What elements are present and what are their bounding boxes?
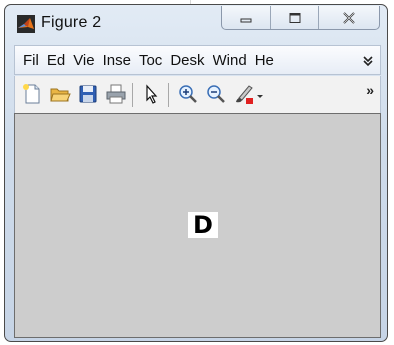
menu-window[interactable]: Wind: [213, 52, 247, 69]
menu-tools[interactable]: Toc: [139, 52, 162, 69]
menu-insert[interactable]: Inse: [103, 52, 131, 69]
save-icon[interactable]: [77, 83, 99, 105]
title-bar[interactable]: Figure 2: [5, 5, 387, 43]
menu-desktop[interactable]: Desk: [170, 52, 204, 69]
menu-file[interactable]: Fil: [23, 52, 39, 69]
toolbar-separator: [132, 83, 133, 107]
maximize-button[interactable]: [271, 6, 320, 29]
zoom-out-icon[interactable]: [205, 83, 227, 105]
close-icon: [343, 11, 355, 24]
window-title: Figure 2: [41, 14, 102, 31]
figure-window: Figure 2 Fil Ed Vie Inse Toc Desk Wind H…: [4, 4, 388, 342]
toolbar-separator: [168, 83, 169, 107]
matlab-logo-icon: [17, 15, 35, 33]
close-button[interactable]: [319, 6, 379, 29]
menu-help[interactable]: He: [255, 52, 274, 69]
print-icon[interactable]: [105, 83, 127, 105]
menu-overflow-arrow-icon[interactable]: [362, 50, 374, 70]
menu-edit[interactable]: Ed: [47, 52, 65, 69]
brush-icon[interactable]: [233, 83, 255, 105]
figure-toolbar: »: [14, 76, 381, 113]
canvas-text-label: D: [188, 212, 218, 238]
brush-dropdown-icon[interactable]: [255, 83, 265, 105]
edit-plot-pointer-icon[interactable]: [141, 83, 163, 105]
menu-view[interactable]: Vie: [73, 52, 94, 69]
minimize-icon: [240, 18, 252, 22]
minimize-button[interactable]: [222, 6, 271, 29]
window-caption-buttons: [221, 6, 380, 30]
new-figure-icon[interactable]: [21, 83, 43, 105]
figure-canvas[interactable]: D: [14, 113, 381, 338]
menu-bar: Fil Ed Vie Inse Toc Desk Wind He: [14, 45, 381, 75]
open-file-icon[interactable]: [49, 83, 71, 105]
maximize-icon: [289, 12, 301, 23]
zoom-in-icon[interactable]: [177, 83, 199, 105]
toolbar-overflow-button[interactable]: »: [366, 82, 374, 98]
